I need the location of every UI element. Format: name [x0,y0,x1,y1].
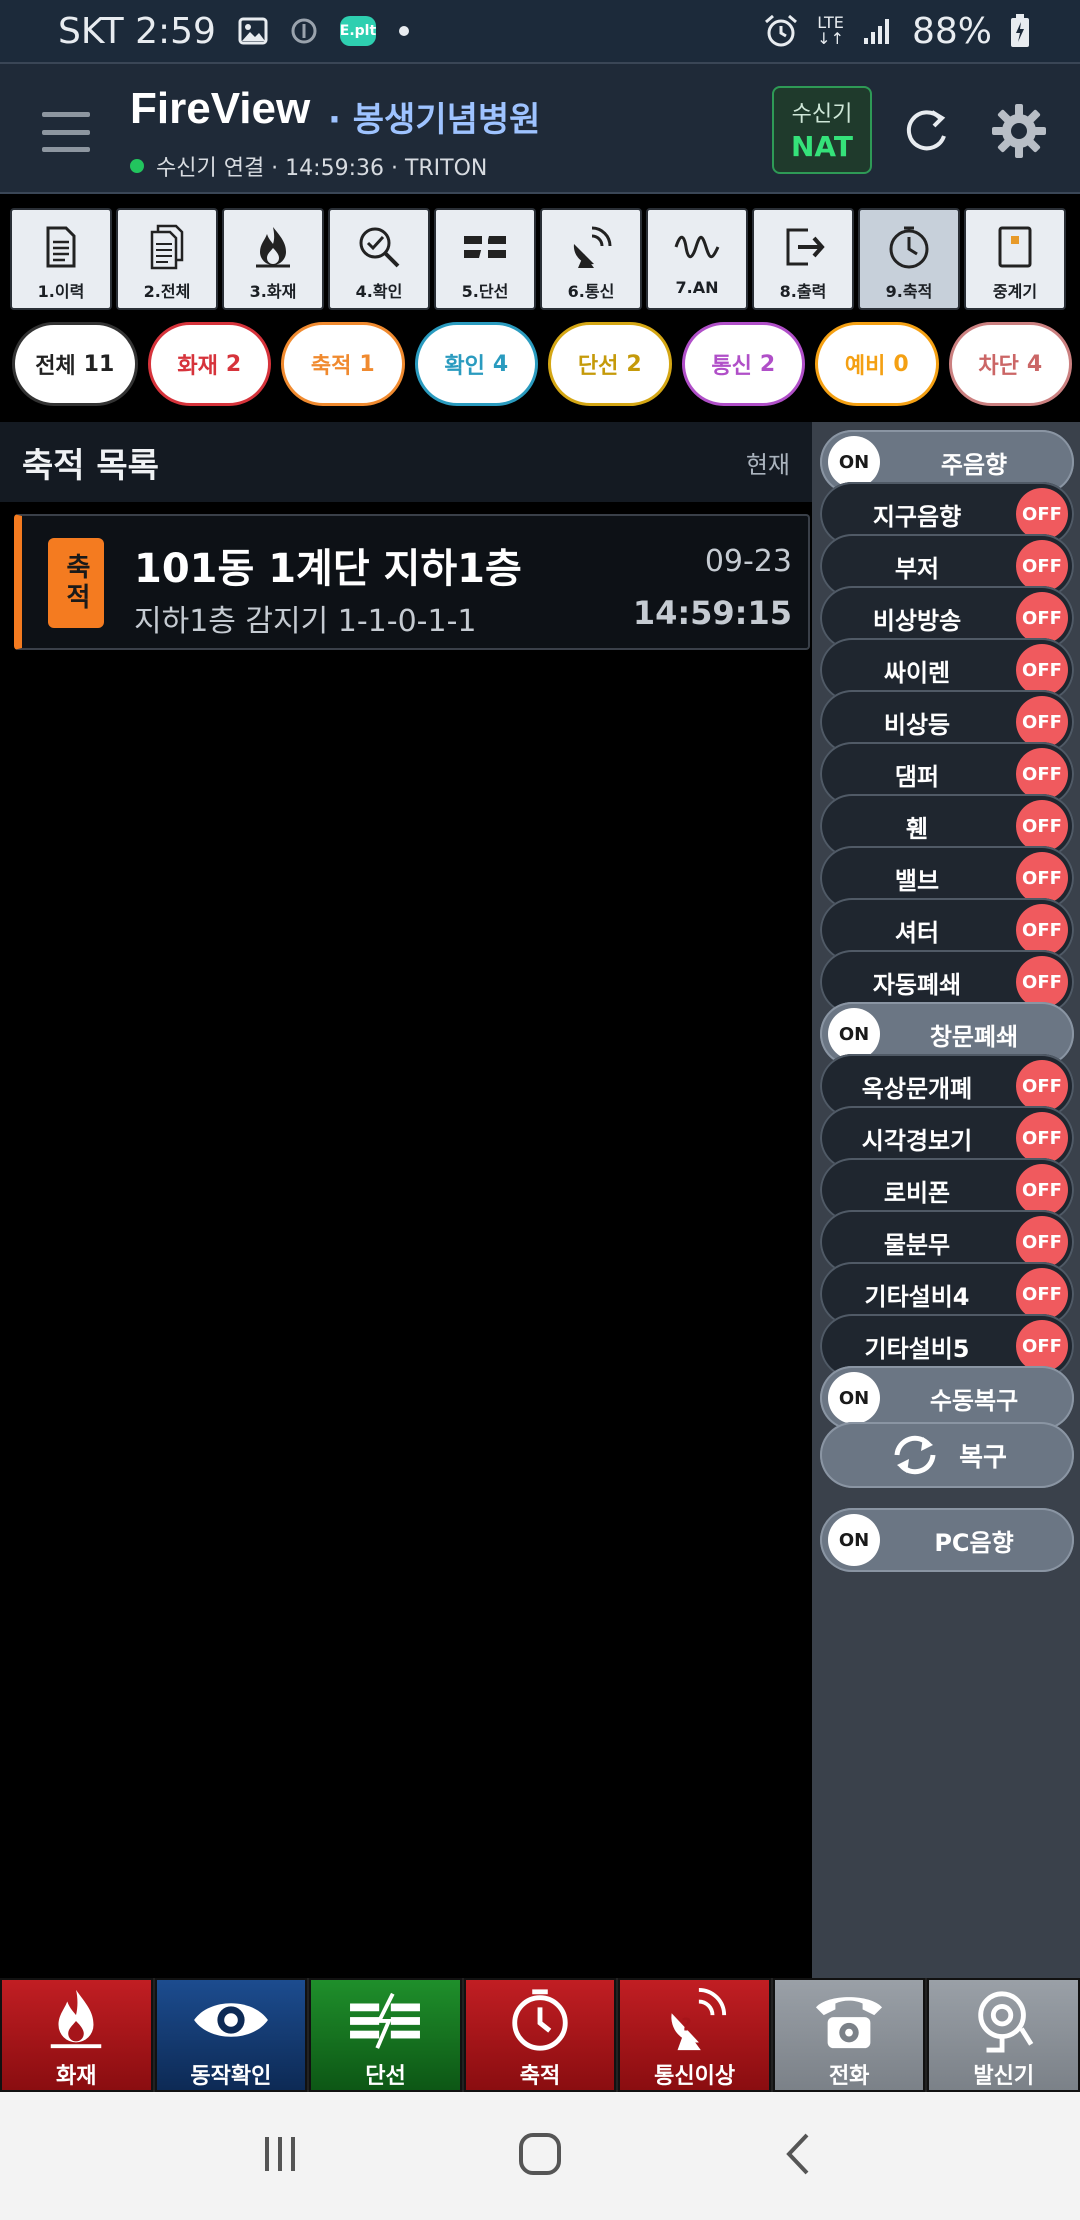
nav-comm-error[interactable]: ? 통신이상 [618,1978,771,2092]
exit-icon [786,228,825,266]
back-icon[interactable] [775,2129,825,2183]
repeater-icon [998,226,1032,268]
nav-fire[interactable]: 화재 [0,1978,153,2092]
connection-status: 수신기 연결 · 14:59:36 · TRITON [130,150,487,182]
chip-comm[interactable]: 통신 2 [681,322,805,406]
connection-text: 수신기 연결 · 14:59:36 · TRITON [156,156,488,181]
transmitter-icon [978,1991,1034,2053]
list-header: 축적 목록 현재 [0,422,812,502]
broken-line-icon [464,231,506,263]
tool-accumulate[interactable]: 9.축적 [858,208,960,310]
filter-chips: 전체 11 화재 2 축적 1 확인 4 단선 2 통신 2 예비 0 차단 4 [12,322,1072,408]
status-bar: SKT 2:59 E.plt LTE ↓↑ 88% [0,0,1080,62]
receiver-badge[interactable]: 수신기 NAT [772,86,872,174]
tool-an[interactable]: 7.AN [646,208,748,310]
dot-icon [398,25,410,37]
restore-button[interactable]: 복구 [820,1422,1074,1488]
wave-icon [674,235,720,259]
network-type: LTE ↓↑ [817,13,844,48]
receiver-value: NAT [790,130,854,163]
system-nav-bar [0,2092,1080,2220]
control-panel: ON 주음향 지구음향 OFF 부저 OFF 비상방송 OFF 싸이렌 OFF 비상등 OF… [812,422,1080,1978]
chip-disconnect[interactable]: 단선 2 [548,322,672,406]
tool-check[interactable]: 4.확인 [328,208,430,310]
list-title: 축적 목록 [22,445,159,486]
menu-icon[interactable] [42,112,90,152]
refresh-arrows-icon [894,1435,936,1475]
chip-check[interactable]: 확인 4 [414,322,538,406]
event-card[interactable]: 축적 101동 1계단 지하1층 지하1층 감지기 1-1-0-1-1 09-2… [14,514,810,650]
clock-icon [512,1989,568,2051]
phone-icon [816,1997,883,2049]
eye-icon [193,2003,268,2037]
info-icon [290,17,318,45]
battery-percent: 88% [911,10,992,52]
chip-all[interactable]: 전체 11 [12,322,138,406]
event-subtitle: 지하1층 감지기 1-1-0-1-1 [134,604,477,639]
nav-operation-check[interactable]: 동작확인 [154,1978,308,2092]
home-icon[interactable] [515,2129,565,2183]
tool-comm[interactable]: 6.통신 [540,208,642,310]
chip-fire[interactable]: 화재 2 [147,322,271,406]
eplt-icon: E.plt [340,16,376,46]
nav-accumulate[interactable]: 축적 [463,1978,617,2092]
battery-icon [1010,14,1030,48]
receiver-label: 수신기 [791,102,853,127]
event-date: 09-23 [704,544,792,579]
event-time: 14:59:15 [632,594,792,632]
refresh-icon[interactable] [900,104,954,158]
tool-repeater[interactable]: 중계기 [964,208,1066,310]
alarm-icon [763,14,799,48]
svg-text:?: ? [681,2016,691,2036]
fire-icon [256,227,290,268]
connected-dot-icon [130,159,144,173]
event-badge: 축적 [48,538,104,628]
toggle-pc-sound[interactable]: ON PC음향 [820,1508,1074,1572]
fire-icon [51,1989,102,2049]
gallery-icon [238,17,268,45]
nav-phone[interactable]: 전화 [772,1978,926,2092]
chip-block[interactable]: 차단 4 [948,322,1072,406]
nav-disconnect[interactable]: 단선 [309,1978,462,2092]
event-list-area: 축적 목록 현재 축적 101동 1계단 지하1층 지하1층 감지기 1-1-0… [0,422,812,1978]
tool-fire[interactable]: 3.화재 [222,208,324,310]
satellite-question-icon: ? [670,1987,726,2051]
broken-line-icon [350,1992,421,2049]
toggle-manual-restore[interactable]: ON 수동복구 [820,1366,1074,1430]
event-title: 101동 1계단 지하1층 [134,546,522,592]
app-title: FireView [130,84,311,133]
bottom-nav: 화재 동작확인 단선 축적 ? 통신이상 전화 발신기 [0,1978,1080,2092]
satellite-icon [573,226,612,268]
chip-accumulate[interactable]: 축적 1 [281,322,405,406]
tool-disconnect[interactable]: 5.단선 [434,208,536,310]
document-icon [46,226,76,268]
restore-label: 복구 [959,1442,1007,1473]
list-now-label[interactable]: 현재 [746,445,790,480]
nav-transmitter[interactable]: 발신기 [927,1978,1080,2092]
documents-icon [150,224,184,270]
tool-history[interactable]: 1.이력 [10,208,112,310]
recent-apps-icon[interactable] [255,2129,305,2183]
signal-icon [862,16,894,46]
chip-spare[interactable]: 예비 0 [815,322,939,406]
tool-all[interactable]: 2.전체 [116,208,218,310]
clock-icon [889,226,929,269]
gear-icon[interactable] [990,102,1048,160]
hospital-name: · 봉생기념병원 [328,100,541,140]
app-header: FireView · 봉생기념병원 수신기 연결 · 14:59:36 · TR… [0,62,1080,194]
check-magnifier-icon [359,227,400,268]
tool-output[interactable]: 8.출력 [752,208,854,310]
carrier-time: SKT 2:59 [58,10,216,52]
toolbar: 1.이력 2.전체 3.화재 4.확인 5.단선 6.통신 7.AN 8.출력 … [10,208,1070,312]
